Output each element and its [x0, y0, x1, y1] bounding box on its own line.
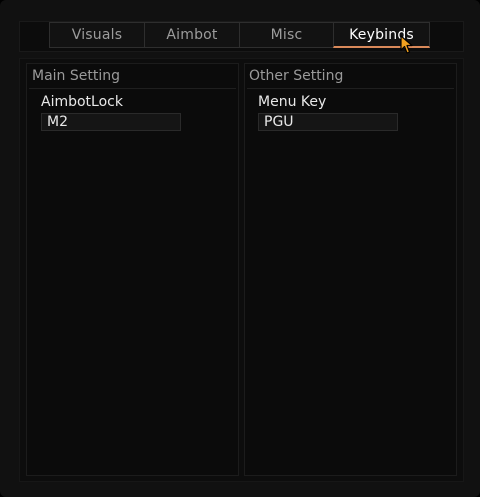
other-setting-title: Other Setting — [249, 68, 344, 84]
keybinds-window: Visuals Aimbot Misc Keybinds Main Settin… — [0, 0, 480, 497]
menu-key-keybind-field[interactable]: PGU — [258, 113, 398, 131]
main-setting-title: Main Setting — [32, 68, 120, 84]
pointer-cursor-icon — [400, 35, 413, 54]
panel-divider — [247, 88, 454, 89]
tab-misc[interactable]: Misc — [239, 22, 334, 48]
aimbot-lock-label: AimbotLock — [41, 94, 123, 110]
main-setting-panel: Main Setting AimbotLock M2 — [26, 63, 239, 476]
panel-divider — [29, 88, 236, 89]
aimbot-lock-keybind-field[interactable]: M2 — [41, 113, 181, 131]
tab-visuals[interactable]: Visuals — [49, 22, 145, 48]
other-setting-panel: Other Setting Menu Key PGU — [244, 63, 457, 476]
menu-key-label: Menu Key — [258, 94, 327, 110]
tab-aimbot[interactable]: Aimbot — [144, 22, 240, 48]
